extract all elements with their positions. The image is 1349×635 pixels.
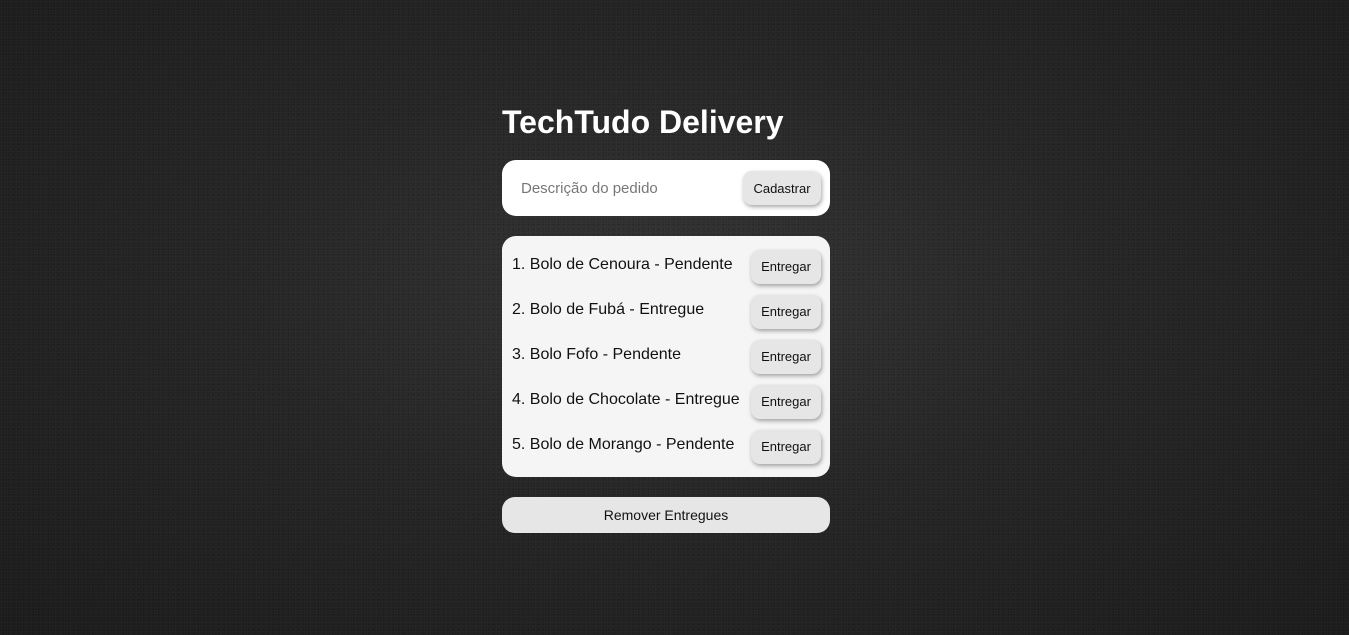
register-button[interactable]: Cadastrar <box>743 171 821 205</box>
order-description-input[interactable] <box>521 179 743 197</box>
list-item: 2. Bolo de Fubá - Entregue Entregar <box>512 289 821 334</box>
order-text: 1. Bolo de Cenoura - Pendente <box>512 255 733 273</box>
deliver-button[interactable]: Entregar <box>751 339 821 374</box>
remove-delivered-button[interactable]: Remover Entregues <box>502 497 830 533</box>
order-list: 1. Bolo de Cenoura - Pendente Entregar 2… <box>502 236 830 477</box>
order-text: 4. Bolo de Chocolate - Entregue <box>512 390 740 408</box>
list-item: 4. Bolo de Chocolate - Entregue Entregar <box>512 379 821 424</box>
order-text: 5. Bolo de Morango - Pendente <box>512 435 735 453</box>
order-form: Cadastrar <box>502 160 830 216</box>
deliver-button[interactable]: Entregar <box>751 249 821 284</box>
deliver-button[interactable]: Entregar <box>751 429 821 464</box>
list-item: 5. Bolo de Morango - Pendente Entregar <box>512 424 821 469</box>
deliver-button[interactable]: Entregar <box>751 294 821 329</box>
deliver-button[interactable]: Entregar <box>751 384 821 419</box>
delivery-app: TechTudo Delivery Cadastrar 1. Bolo de C… <box>502 104 830 533</box>
list-item: 3. Bolo Fofo - Pendente Entregar <box>512 334 821 379</box>
page-title: TechTudo Delivery <box>502 104 784 140</box>
order-text: 3. Bolo Fofo - Pendente <box>512 345 681 363</box>
list-item: 1. Bolo de Cenoura - Pendente Entregar <box>512 244 821 289</box>
order-text: 2. Bolo de Fubá - Entregue <box>512 300 705 318</box>
